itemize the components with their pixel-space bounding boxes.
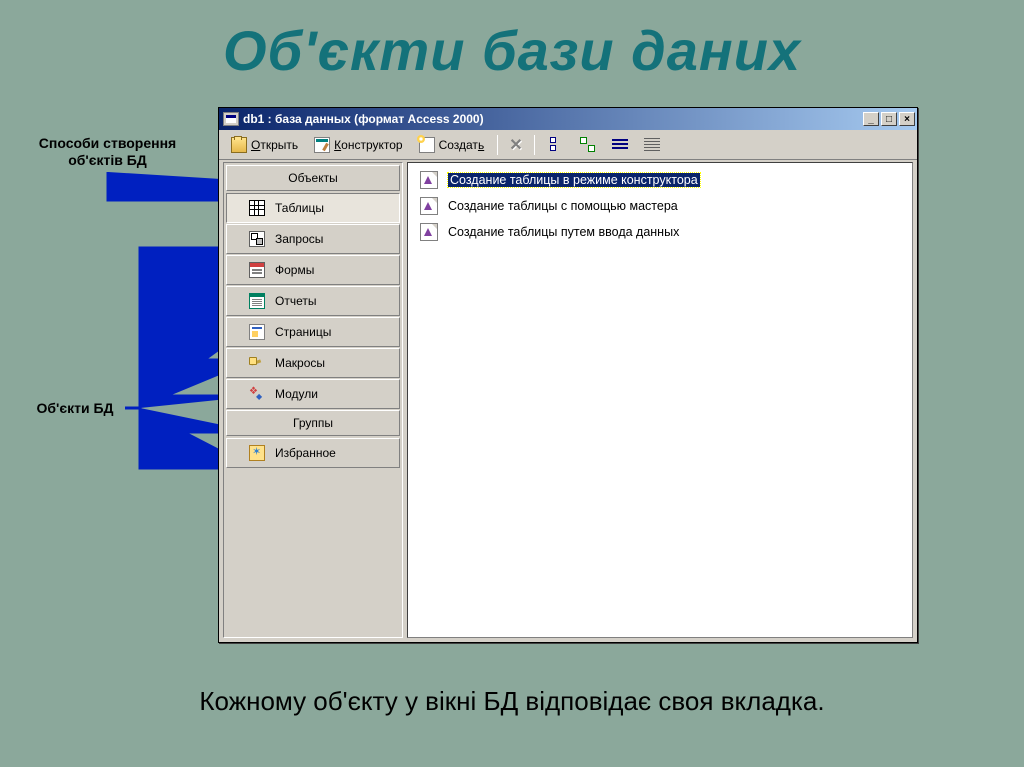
create-button[interactable]: Создать: [413, 135, 491, 155]
new-icon: [419, 137, 435, 153]
sidebar-item-label: Избранное: [275, 446, 336, 460]
toolbar-separator: [497, 135, 498, 155]
view-list-button[interactable]: [606, 135, 634, 155]
minimize-button[interactable]: _: [863, 112, 879, 126]
annotation-db-objects: Об'єкти БД: [15, 400, 135, 417]
open-label: Открыть: [251, 138, 298, 152]
window-title: db1 : база данных (формат Access 2000): [243, 112, 484, 126]
list-item-label: Создание таблицы с помощью мастера: [448, 199, 678, 213]
open-button[interactable]: Открыть: [225, 135, 304, 155]
sidebar-item-label: Таблицы: [275, 201, 324, 215]
shortcut-icon: [420, 197, 438, 215]
shortcut-icon: [420, 223, 438, 241]
form-icon: [249, 262, 265, 278]
list-view-icon: [612, 137, 628, 153]
list-item[interactable]: Создание таблицы в режиме конструктора: [416, 169, 904, 191]
window-icon: [223, 112, 239, 126]
database-window: db1 : база данных (формат Access 2000) _…: [218, 107, 918, 643]
module-icon: [249, 386, 265, 402]
titlebar[interactable]: db1 : база данных (формат Access 2000) _…: [219, 108, 917, 130]
small-icons-icon: [580, 137, 596, 153]
large-icons-icon: [548, 137, 564, 153]
design-button[interactable]: Конструктор: [308, 135, 408, 155]
list-item[interactable]: Создание таблицы с помощью мастера: [416, 195, 904, 217]
design-label: Конструктор: [334, 138, 402, 152]
sidebar-header-groups[interactable]: Группы: [226, 410, 400, 436]
sidebar-item-pages[interactable]: Страницы: [226, 317, 400, 347]
slide-caption: Кожному об'єкту у вікні БД відповідає св…: [0, 686, 1024, 717]
toolbar-separator: [534, 135, 535, 155]
sidebar-item-macros[interactable]: Макросы: [226, 348, 400, 378]
favorites-icon: [249, 445, 265, 461]
sidebar-item-label: Макросы: [275, 356, 325, 370]
sidebar-item-label: Модули: [275, 387, 318, 401]
maximize-button[interactable]: □: [881, 112, 897, 126]
sidebar-item-tables[interactable]: Таблицы: [226, 193, 400, 223]
shortcut-icon: [420, 171, 438, 189]
close-button[interactable]: ×: [899, 112, 915, 126]
sidebar-item-forms[interactable]: Формы: [226, 255, 400, 285]
create-label: Создать: [439, 138, 485, 152]
open-icon: [231, 137, 247, 153]
sidebar-header-objects[interactable]: Объекты: [226, 165, 400, 191]
macro-icon: [249, 355, 265, 371]
sidebar-item-label: Страницы: [275, 325, 331, 339]
annotation-create-methods: Способи створення об'єктів БД: [10, 135, 205, 169]
sidebar-item-queries[interactable]: Запросы: [226, 224, 400, 254]
view-details-button[interactable]: [638, 135, 666, 155]
list-item-label: Создание таблицы в режиме конструктора: [448, 173, 700, 187]
objects-sidebar: Объекты Таблицы Запросы Формы Отчеты Стр…: [223, 162, 403, 638]
sidebar-item-modules[interactable]: Модули: [226, 379, 400, 409]
delete-button: ✕: [505, 135, 526, 155]
sidebar-item-reports[interactable]: Отчеты: [226, 286, 400, 316]
report-icon: [249, 293, 265, 309]
toolbar: Открыть Конструктор Создать ✕: [219, 130, 917, 160]
view-small-icons-button[interactable]: [574, 135, 602, 155]
slide-title: Об'єкти бази даних: [0, 0, 1024, 83]
sidebar-item-favorites[interactable]: Избранное: [226, 438, 400, 468]
sidebar-item-label: Отчеты: [275, 294, 316, 308]
page-icon: [249, 324, 265, 340]
query-icon: [249, 231, 265, 247]
sidebar-item-label: Запросы: [275, 232, 323, 246]
list-item[interactable]: Создание таблицы путем ввода данных: [416, 221, 904, 243]
details-view-icon: [644, 137, 660, 153]
sidebar-item-label: Формы: [275, 263, 314, 277]
view-large-icons-button[interactable]: [542, 135, 570, 155]
design-icon: [314, 137, 330, 153]
list-item-label: Создание таблицы путем ввода данных: [448, 225, 679, 239]
table-icon: [249, 200, 265, 216]
content-pane[interactable]: Создание таблицы в режиме конструктора С…: [407, 162, 913, 638]
